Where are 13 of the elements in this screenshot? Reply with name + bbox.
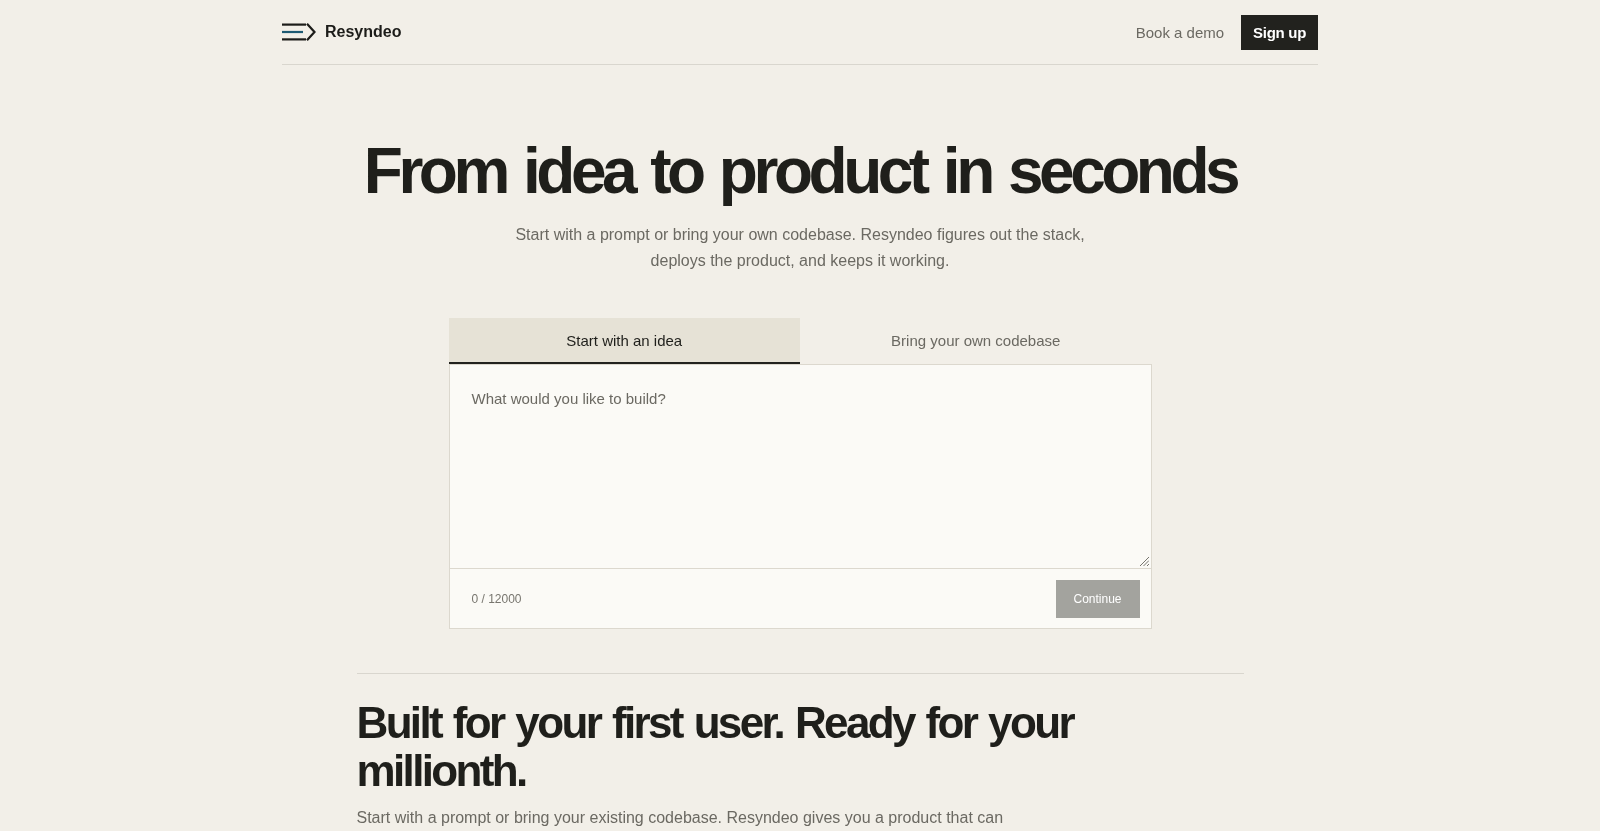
mode-tab[interactable]: Bring your own codebase	[800, 318, 1152, 364]
section-text: Start with a prompt or bring your existing codebase. Resyndeo gives you a product that can	[356, 808, 1005, 828]
mode-tab[interactable]: Start with an idea	[448, 318, 800, 364]
hero-subtitle: Start with a prompt or bring your own codebase. Resyndeo figures out the stack, deploys the product, and keeps it working.	[514, 225, 1086, 271]
hero-title: From idea to product in seconds	[363, 135, 1237, 207]
logo-icon	[282, 23, 316, 41]
sign-up-button[interactable]: Sign up	[1241, 14, 1318, 50]
section-heading: Built for your first user. Ready for your millionth.	[356, 699, 1075, 795]
prompt-field[interactable]: What would you like to build?	[449, 365, 1151, 569]
brand-name: Resyndeo	[325, 23, 402, 41]
book-demo-link[interactable]: Book a demo	[1135, 23, 1225, 41]
character-counter: 0 / 12000	[471, 591, 522, 606]
resize-grip-icon[interactable]	[1138, 556, 1149, 566]
